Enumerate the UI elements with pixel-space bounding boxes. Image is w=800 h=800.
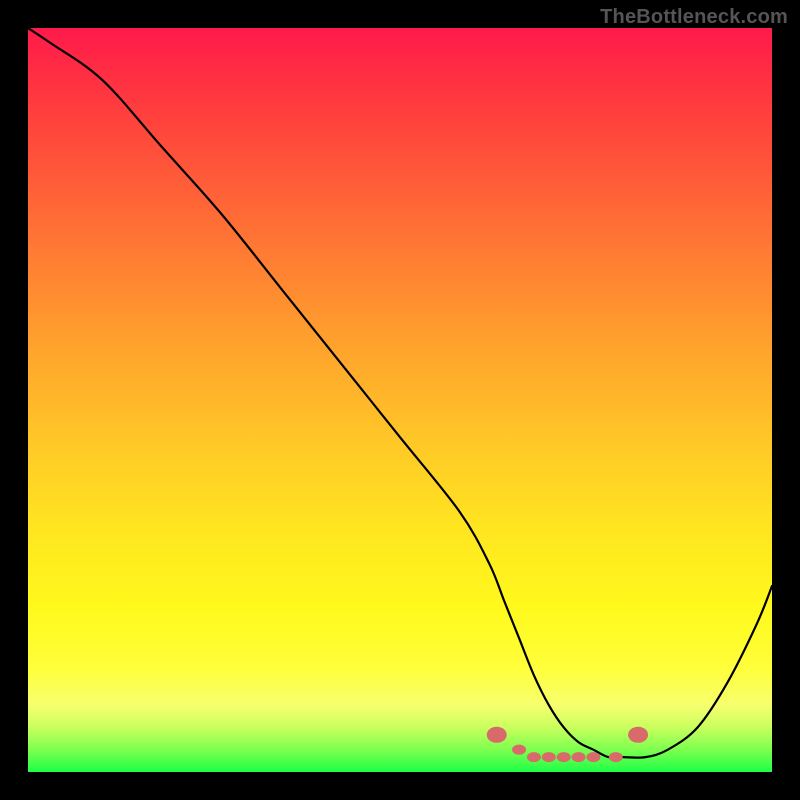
valley-marker <box>527 752 541 762</box>
watermark-text: TheBottleneck.com <box>600 6 788 29</box>
valley-marker <box>487 727 507 743</box>
bottleneck-curve <box>28 28 772 758</box>
valley-marker <box>628 727 648 743</box>
valley-marker <box>609 752 623 762</box>
valley-marker <box>557 752 571 762</box>
curve-layer <box>28 28 772 772</box>
valley-marker <box>572 752 586 762</box>
gradient-plot-area <box>28 28 772 772</box>
valley-marker <box>542 752 556 762</box>
valley-markers <box>487 727 648 762</box>
chart-frame: TheBottleneck.com <box>0 0 800 800</box>
valley-marker <box>586 752 600 762</box>
valley-marker <box>512 745 526 755</box>
